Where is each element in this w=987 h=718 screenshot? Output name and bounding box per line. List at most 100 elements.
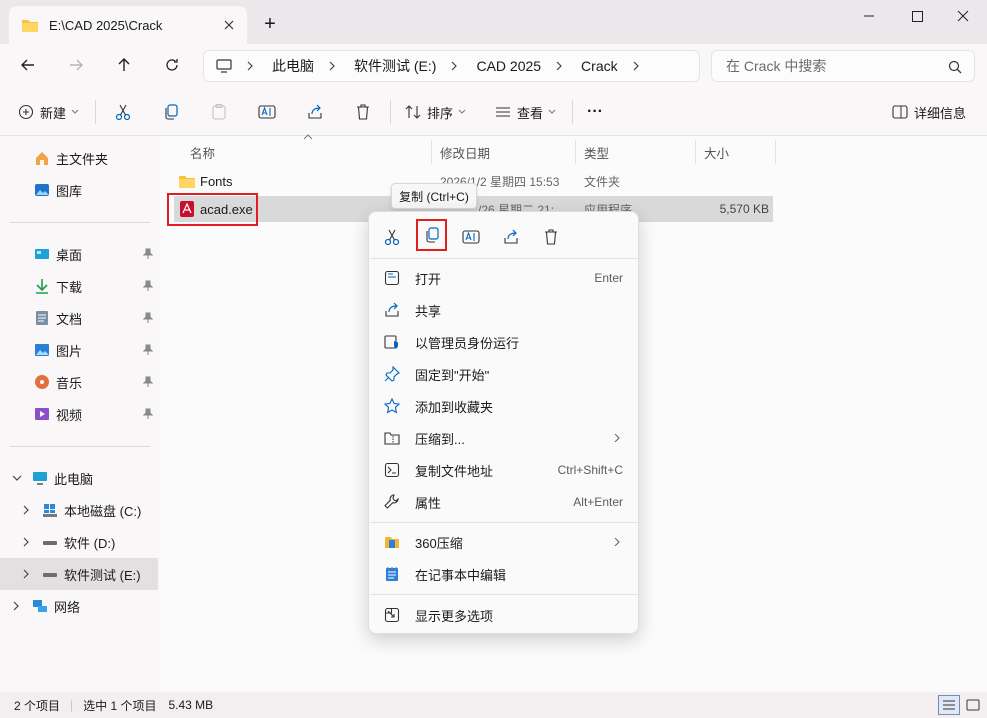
chevron-right-icon[interactable] [22,505,30,515]
sidebar-divider [10,222,150,223]
copy-button[interactable] [162,99,180,125]
menu-item-add-favorites[interactable]: 添加到收藏夹 [373,390,635,422]
sidebar-item-gallery[interactable]: 图库 [0,174,158,206]
pin-icon[interactable] [143,344,153,356]
chevron-right-icon[interactable] [618,60,658,72]
menu-item-compress-to[interactable]: 压缩到... [373,422,635,454]
share-button[interactable] [497,224,525,250]
menu-item-pin-to-start[interactable]: 固定到"开始" [373,358,635,390]
status-divider: | [70,698,74,712]
music-icon [34,374,50,390]
menu-shortcut: Enter [594,271,623,285]
sidebar-item-downloads[interactable]: 下载 [0,270,158,302]
sidebar-item-drive-d[interactable]: 软件 (D:) [0,526,158,558]
sidebar-item-home[interactable]: 主文件夹 [0,142,158,174]
address-bar[interactable]: 此电脑 软件测试 (E:) CAD 2025 Crack [203,50,700,82]
tiles-view-icon [966,699,980,711]
back-button[interactable] [14,52,42,78]
details-pane-button[interactable]: 详细信息 [892,99,966,125]
breadcrumb-drive-e[interactable]: 软件测试 (E:) [354,56,436,76]
column-header-type[interactable]: 类型 [576,140,696,164]
pin-icon[interactable] [143,408,153,420]
sidebar-item-label: 主文件夹 [56,151,109,167]
menu-item-show-more-options[interactable]: 显示更多选项 [373,599,635,631]
breadcrumb-cad-2025[interactable]: CAD 2025 [476,58,541,74]
pin-icon[interactable] [143,248,153,260]
menu-item-properties[interactable]: 属性 Alt+Enter [373,486,635,518]
menu-item-label: 360压缩 [415,535,463,551]
breadcrumb-crack[interactable]: Crack [581,58,618,74]
delete-button[interactable] [537,224,565,250]
share-button[interactable] [306,99,324,125]
pin-icon[interactable] [143,280,153,292]
chevron-down-icon [548,109,556,115]
copy-button[interactable] [416,219,447,251]
sidebar-item-drive-c[interactable]: 本地磁盘 (C:) [0,494,158,526]
minimize-button[interactable] [854,6,884,26]
rename-icon [258,103,276,121]
chevron-right-icon [314,60,354,72]
file-type: 文件夹 [584,174,621,189]
menu-item-edit-in-notepad[interactable]: 在记事本中编辑 [373,558,635,590]
cut-button[interactable] [378,224,406,250]
menu-item-share[interactable]: 共享 [373,294,635,326]
chevron-right-icon [436,60,476,72]
menu-item-label: 压缩到... [415,431,465,447]
forward-button[interactable] [62,52,90,78]
rename-icon [462,228,480,246]
rename-button[interactable] [457,224,485,250]
chevron-right-icon[interactable] [22,537,30,547]
menu-item-copy-path[interactable]: 复制文件地址 Ctrl+Shift+C [373,454,635,486]
delete-button[interactable] [354,99,372,125]
sidebar-item-label: 音乐 [56,375,83,391]
cut-button[interactable] [114,99,132,125]
menu-item-open[interactable]: 打开 Enter [373,262,635,294]
chevron-right-icon[interactable] [12,601,20,611]
menu-divider [370,594,638,595]
sidebar-item-videos[interactable]: 视频 [0,398,158,430]
sidebar-item-drive-e[interactable]: 软件测试 (E:) [0,558,158,590]
column-header-modified[interactable]: 修改日期 [432,140,576,164]
column-header-size[interactable]: 大小 [696,140,776,164]
share-icon [383,301,401,319]
sidebar-item-this-pc[interactable]: 此电脑 [0,462,158,494]
sidebar-item-desktop[interactable]: 桌面 [0,238,158,270]
menu-item-360-zip[interactable]: 360压缩 [373,526,635,558]
folder-icon [178,174,196,189]
breadcrumb-this-pc[interactable]: 此电脑 [272,56,314,76]
up-button[interactable] [110,52,138,78]
sort-button[interactable]: 排序 [405,99,466,125]
tab-crack[interactable]: E:\CAD 2025\Crack [9,6,247,44]
close-tab-icon[interactable] [221,17,237,33]
status-bar: 2 个项目 | 选中 1 个项目 5.43 MB [0,692,987,718]
menu-item-run-as-admin[interactable]: 以管理员身份运行 [373,326,635,358]
sidebar-item-music[interactable]: 音乐 [0,366,158,398]
details-view-button[interactable] [938,695,960,715]
share-icon [502,228,520,246]
new-button[interactable]: 新建 [18,99,79,125]
chevron-down-icon[interactable] [12,474,22,482]
maximize-button[interactable] [902,6,932,26]
pin-icon[interactable] [143,376,153,388]
sidebar-item-pictures[interactable]: 图片 [0,334,158,366]
pin-icon[interactable] [143,312,153,324]
refresh-button[interactable] [158,52,186,78]
sidebar-item-label: 视频 [56,407,83,423]
more-options-button[interactable]: ··· [587,99,603,125]
tiles-view-button[interactable] [962,695,984,715]
star-icon [383,397,401,415]
column-header-name[interactable]: 名称 [182,140,432,164]
new-tab-button[interactable]: + [258,14,282,36]
paste-button[interactable] [210,99,228,125]
sidebar-item-documents[interactable]: 文档 [0,302,158,334]
copy-path-icon [383,461,401,479]
sidebar-item-network[interactable]: 网络 [0,590,158,622]
search-input[interactable]: 在 Crack 中搜索 [711,50,975,82]
menu-item-label: 打开 [415,271,442,287]
chevron-right-icon[interactable] [22,569,30,579]
close-window-button[interactable] [948,6,978,26]
rename-button[interactable] [258,99,276,125]
menu-item-label: 共享 [415,303,442,319]
search-icon[interactable] [948,60,962,74]
view-button[interactable]: 查看 [495,99,556,125]
